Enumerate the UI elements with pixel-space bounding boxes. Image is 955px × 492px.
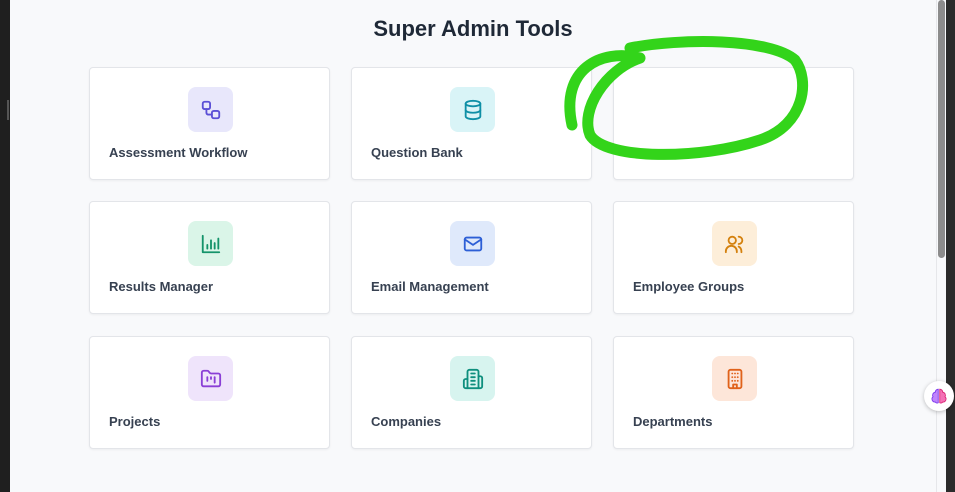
users-icon-box — [712, 221, 757, 266]
card-label: Employee Groups — [633, 279, 745, 294]
assistant-button[interactable] — [924, 381, 954, 411]
card-label: Question Bank — [371, 145, 463, 160]
bar-chart-icon-box — [188, 221, 233, 266]
page-title: Super Admin Tools — [373, 16, 573, 41]
card-email-management[interactable]: Email Management — [351, 201, 592, 314]
brain-icon — [931, 388, 947, 404]
card-label: Results Manager — [109, 279, 214, 294]
office-building-icon-box — [712, 356, 757, 401]
database-icon-box — [450, 87, 495, 132]
window-right-edge — [946, 0, 955, 492]
mail-icon — [463, 236, 482, 251]
workflow-icon — [201, 100, 220, 119]
card-hidden[interactable] — [613, 67, 854, 180]
resize-handle[interactable] — [7, 100, 9, 120]
scrollbar-thumb[interactable] — [938, 0, 945, 258]
building-icon — [462, 368, 483, 389]
card-employee-groups[interactable]: Employee Groups — [613, 201, 854, 314]
card-question-bank[interactable]: Question Bank — [351, 67, 592, 180]
card-label: Departments — [633, 414, 713, 429]
folder-kanban-icon — [200, 369, 221, 387]
database-icon — [464, 99, 481, 120]
card-projects[interactable]: Projects — [89, 336, 330, 449]
building-icon-box — [450, 356, 495, 401]
card-label: Companies — [371, 414, 442, 429]
card-companies[interactable]: Companies — [351, 336, 592, 449]
card-results-manager[interactable]: Results Manager — [89, 201, 330, 314]
mail-icon-box — [450, 221, 495, 266]
window-left-edge — [0, 0, 10, 492]
office-building-icon — [727, 368, 742, 389]
workflow-icon-box — [188, 87, 233, 132]
card-departments[interactable]: Departments — [613, 336, 854, 449]
card-label: Assessment Workflow — [109, 145, 248, 160]
card-label: Projects — [109, 414, 161, 429]
bar-chart-icon — [201, 234, 220, 253]
card-assessment-workflow[interactable]: Assessment Workflow — [89, 67, 330, 180]
card-label: Email Management — [371, 279, 489, 294]
users-icon — [724, 235, 743, 253]
folder-kanban-icon-box — [188, 356, 233, 401]
